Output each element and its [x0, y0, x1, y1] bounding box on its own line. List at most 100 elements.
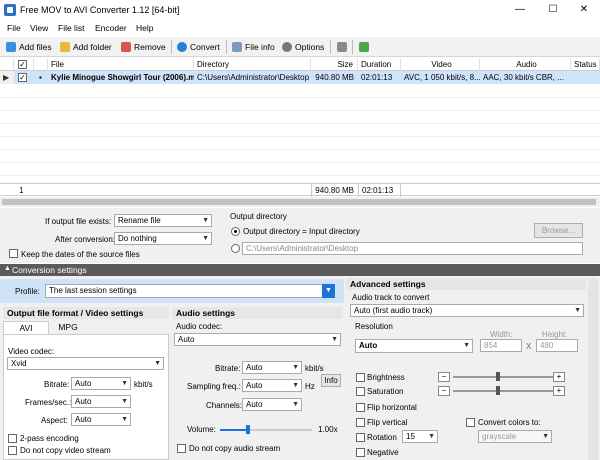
convert-colors-checkbox[interactable] [466, 418, 475, 427]
add-folder-button[interactable]: Add folder [60, 40, 112, 54]
header-video[interactable]: Video [401, 58, 480, 71]
browse-button[interactable]: Browse... [534, 223, 583, 238]
if-exists-select[interactable]: Rename file ▼ [114, 214, 212, 227]
after-conversion-label: After conversion: [55, 235, 116, 244]
pin-button[interactable] [359, 40, 369, 54]
rotation-select[interactable]: 15 ▼ [402, 430, 438, 443]
brightness-thumb[interactable] [496, 372, 500, 381]
maximize-icon[interactable]: ☐ [538, 2, 568, 18]
saturation-plus-button[interactable]: + [553, 386, 565, 396]
negative-checkbox[interactable] [356, 448, 365, 457]
video-bitrate-select[interactable]: Auto ▼ [71, 377, 131, 390]
file-info-icon [232, 42, 242, 52]
header-file[interactable]: File [48, 58, 194, 71]
brightness-minus-button[interactable]: − [438, 372, 450, 382]
video-codec-select[interactable]: Xvid ▼ [7, 357, 164, 370]
height-input[interactable]: 480 [536, 339, 578, 352]
brightness-checkbox[interactable] [356, 373, 365, 382]
header-size[interactable]: Size [311, 58, 358, 71]
rotation-checkbox[interactable] [356, 433, 365, 442]
chevron-down-icon: ▼ [202, 235, 209, 242]
custom-dir-radio[interactable] [231, 244, 240, 253]
conversion-settings-bar[interactable]: ▲ Conversion settings [0, 264, 600, 276]
two-pass-label: 2-pass encoding [20, 434, 79, 443]
two-pass-checkbox[interactable] [8, 434, 17, 443]
tab-mpg[interactable]: MPG [49, 321, 87, 334]
saturation-track[interactable] [453, 390, 553, 392]
audio-bitrate-select[interactable]: Auto ▼ [242, 361, 302, 374]
toolbar-separator [330, 40, 331, 54]
keep-dates-checkbox[interactable] [9, 249, 18, 258]
row-pointer: ▶ [0, 71, 14, 84]
flip-vertical-checkbox[interactable] [356, 418, 365, 427]
audio-track-select[interactable]: Auto (first audio track) ▼ [350, 304, 584, 317]
brightness-track[interactable] [453, 376, 553, 378]
horizontal-scrollbar[interactable] [0, 197, 600, 207]
convert-icon [177, 42, 187, 52]
convert-colors-select[interactable]: grayscale ▼ [478, 430, 552, 443]
advanced-scrollbar[interactable] [588, 278, 598, 460]
home-button[interactable] [337, 40, 347, 54]
header-directory[interactable]: Directory [194, 58, 311, 71]
menu-file-list[interactable]: File list [58, 23, 84, 33]
toolbar-separator [226, 40, 227, 54]
header-duration[interactable]: Duration [358, 58, 401, 71]
menu-file[interactable]: File [7, 23, 21, 33]
output-eq-input-radio[interactable] [231, 227, 240, 236]
after-conversion-select[interactable]: Do nothing ▼ [114, 232, 212, 245]
scrollbar-thumb[interactable] [2, 199, 596, 205]
no-copy-video-checkbox[interactable] [8, 446, 17, 455]
brightness-plus-button[interactable]: + [553, 372, 565, 382]
flip-horizontal-checkbox[interactable] [356, 403, 365, 412]
collapse-icon[interactable]: ▲ [4, 265, 11, 272]
select-all-checkbox[interactable]: ✓ [18, 60, 27, 69]
tab-avi[interactable]: AVI [3, 321, 49, 334]
aspect-select[interactable]: Auto ▼ [71, 413, 131, 426]
close-icon[interactable]: ✕ [569, 2, 599, 18]
negative-label: Negative [367, 448, 399, 457]
custom-dir-input[interactable]: C:\Users\Administrator\Desktop [242, 242, 583, 255]
add-files-button[interactable]: Add files [6, 40, 52, 54]
toolbar-separator [171, 40, 172, 54]
file-info-button[interactable]: File info [232, 40, 275, 54]
row-directory: C:\Users\Administrator\Desktop [197, 73, 310, 82]
convert-button[interactable]: Convert [177, 40, 220, 54]
remove-button[interactable]: Remove [121, 40, 166, 54]
volume-value: 1.00x [318, 425, 338, 434]
header-status[interactable]: Status [571, 58, 600, 71]
info-button[interactable]: Info [321, 374, 341, 387]
sampling-freq-select[interactable]: Auto ▼ [242, 379, 302, 392]
minimize-icon[interactable]: — [505, 2, 535, 18]
add-files-icon [6, 42, 16, 52]
audio-track-label: Audio track to convert [352, 293, 430, 302]
header-check[interactable]: ✓ [14, 58, 34, 71]
saturation-checkbox[interactable] [356, 387, 365, 396]
menu-encoder[interactable]: Encoder [95, 23, 127, 33]
width-input[interactable]: 854 [480, 339, 522, 352]
chevron-down-icon: ▼ [292, 364, 299, 371]
file-list-grid[interactable]: ✓ File Directory Size Duration Video Aud… [0, 58, 600, 183]
audio-codec-select[interactable]: Auto ▼ [174, 333, 341, 346]
fps-select[interactable]: Auto ▼ [71, 395, 131, 408]
saturation-minus-button[interactable]: − [438, 386, 450, 396]
profile-select[interactable]: The last session settings [45, 284, 335, 298]
table-row[interactable]: ▶ ✓ ▪ Kylie Minogue Showgirl Tour (2006)… [0, 71, 600, 84]
menu-bar: File View File list Encoder Help [0, 20, 600, 37]
volume-label: Volume: [187, 425, 216, 434]
options-button[interactable]: Options [282, 40, 324, 54]
profile-dropdown-button[interactable]: ▼ [322, 284, 335, 298]
header-audio[interactable]: Audio [480, 58, 571, 71]
channels-select[interactable]: Auto ▼ [242, 398, 302, 411]
row-checkbox[interactable]: ✓ [18, 73, 27, 82]
flip-vertical-label: Flip vertical [367, 418, 408, 427]
menu-help[interactable]: Help [136, 23, 153, 33]
video-bitrate-unit: kbit/s [134, 380, 153, 389]
resolution-select[interactable]: Auto ▼ [355, 339, 473, 353]
chevron-down-icon: ▼ [542, 433, 549, 440]
saturation-thumb[interactable] [496, 386, 500, 395]
chevron-down-icon: ▼ [121, 380, 128, 387]
video-bitrate-label: Bitrate: [44, 380, 70, 389]
menu-view[interactable]: View [30, 23, 48, 33]
volume-thumb[interactable] [245, 425, 250, 434]
no-copy-audio-checkbox[interactable] [177, 444, 186, 453]
